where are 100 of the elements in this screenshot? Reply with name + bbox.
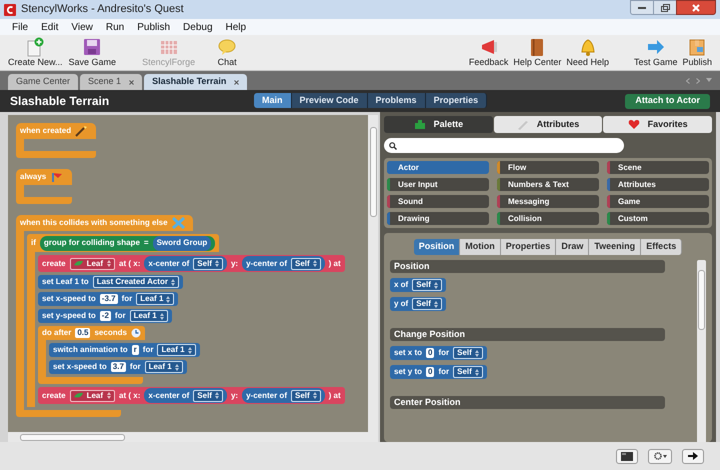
event-block[interactable] — [16, 215, 345, 417]
code-block[interactable]: set y-speed to -2 for Leaf 1 — [38, 309, 172, 323]
toolbar-button[interactable]: Test Game — [634, 37, 678, 68]
category-button[interactable]: Actor — [387, 161, 489, 174]
palette-tab[interactable]: Favorites — [603, 116, 712, 133]
tab[interactable]: Properties — [500, 239, 556, 255]
palette-tab[interactable]: Attributes — [494, 116, 602, 133]
code-block[interactable]: y of Self — [390, 297, 446, 311]
code-block[interactable]: set x to 0 for Self — [390, 346, 487, 360]
block-dropdown[interactable]: Self — [453, 347, 483, 359]
tab[interactable]: Motion — [460, 239, 501, 255]
if-block[interactable] — [27, 234, 345, 407]
maximize-button[interactable] — [654, 0, 676, 15]
code-block[interactable]: create Leaf at ( x: x-center of Self y: y-center of Self ) at — [38, 255, 345, 272]
horizontal-scrollbar[interactable] — [8, 432, 378, 442]
actor-dropdown[interactable]: Leaf — [70, 390, 116, 402]
category-button[interactable]: Numbers & Text — [497, 178, 599, 191]
number-field[interactable]: 0.5 — [75, 328, 90, 338]
document-tab[interactable]: Scene 1 — [80, 74, 142, 90]
code-block[interactable]: create Leaf at ( x: x-center of Self y: y-center of Self ) at — [38, 387, 345, 404]
block-dropdown[interactable]: Self — [290, 390, 321, 402]
code-block[interactable]: switch animation to r for Leaf 1 — [49, 343, 200, 357]
block-dropdown[interactable]: Leaf 1 — [136, 293, 174, 305]
tab[interactable]: Tweening — [589, 239, 642, 255]
category-button[interactable]: Messaging — [497, 195, 599, 208]
category-button[interactable]: Custom — [607, 212, 709, 225]
tab[interactable]: Draw — [556, 239, 590, 255]
tab[interactable]: Position — [414, 239, 460, 255]
toolbar-button[interactable]: Feedback — [468, 37, 508, 68]
block-dropdown[interactable]: Self — [453, 366, 483, 378]
menu-item[interactable]: Run — [106, 20, 124, 34]
category-button[interactable]: User Input — [387, 178, 489, 191]
block-dropdown[interactable]: Self — [193, 390, 223, 402]
block-dropdown[interactable]: Leaf 1 — [144, 361, 183, 373]
reporter-block[interactable]: x-center of Self — [144, 388, 227, 403]
toolbar-button[interactable]: Create New... — [8, 37, 63, 68]
toolbar-button[interactable]: Need Help — [566, 37, 609, 68]
menu-item[interactable]: View — [71, 20, 93, 34]
minimize-button[interactable] — [630, 0, 654, 15]
script-canvas[interactable] — [8, 115, 368, 432]
document-tab[interactable]: Game Center — [8, 74, 78, 90]
vertical-scrollbar[interactable] — [697, 260, 706, 442]
menu-item[interactable]: Edit — [41, 20, 58, 34]
toolbar-button[interactable]: Save Game — [68, 37, 116, 68]
close-button[interactable] — [676, 0, 716, 15]
mode-tab[interactable]: Preview Code — [292, 93, 368, 108]
palette-tab[interactable]: Palette — [384, 116, 493, 133]
category-button[interactable]: Game — [607, 195, 709, 208]
block-dropdown[interactable]: Self — [412, 298, 442, 310]
code-block[interactable]: set x-speed to -3.7 for Leaf 1 — [38, 292, 178, 306]
category-button[interactable]: Scene — [607, 161, 709, 174]
block-dropdown[interactable]: Last Created Actor — [92, 276, 179, 288]
console-button[interactable] — [616, 448, 638, 464]
reporter-block[interactable]: x-center of Self — [144, 256, 227, 271]
reporter-block[interactable]: y-center of Self — [242, 256, 325, 271]
close-icon[interactable] — [234, 80, 240, 84]
reporter-block[interactable]: y-center of Self — [242, 388, 325, 403]
search-field[interactable] — [384, 138, 624, 153]
reporter-block[interactable]: group for colliding shape = Sword Group — [40, 236, 216, 250]
block-dropdown[interactable]: Leaf 1 — [130, 310, 168, 322]
reporter-block[interactable]: Sword Group — [152, 236, 212, 250]
number-field[interactable]: 0 — [426, 348, 434, 358]
category-button[interactable]: Flow — [497, 161, 599, 174]
actor-dropdown[interactable]: Leaf — [70, 258, 116, 270]
tab[interactable]: Effects — [641, 239, 682, 255]
toolbar-button[interactable]: Publish — [682, 37, 712, 68]
wrapper-block[interactable]: do after 0.5 seconds switch animation to r for Leaf 1 set x-speed to 3.7 for Leaf 1 — [38, 326, 200, 384]
mode-tab[interactable]: Main — [254, 93, 292, 108]
number-field[interactable]: r — [132, 345, 139, 355]
settings-button[interactable] — [648, 448, 672, 464]
code-block[interactable]: x of Self — [390, 278, 446, 292]
code-block[interactable]: set y to 0 for Self — [390, 365, 487, 379]
number-field[interactable]: -2 — [100, 311, 111, 321]
block-dropdown[interactable]: Leaf 1 — [157, 344, 196, 356]
document-tab[interactable]: Slashable Terrain — [144, 74, 248, 90]
toolbar-button[interactable]: Help Center — [513, 37, 562, 68]
category-button[interactable]: Drawing — [387, 212, 489, 225]
mode-tab[interactable]: Properties — [426, 93, 488, 108]
block-dropdown[interactable]: Self — [193, 258, 223, 270]
category-button[interactable]: Collision — [497, 212, 599, 225]
menu-item[interactable]: Publish — [137, 20, 170, 34]
category-button[interactable]: Sound — [387, 195, 489, 208]
number-field[interactable]: 3.7 — [110, 362, 126, 372]
block-dropdown[interactable]: Self — [412, 279, 442, 291]
mode-tab[interactable]: Problems — [368, 93, 426, 108]
caret-icon — [170, 278, 175, 286]
menu-item[interactable]: File — [12, 20, 28, 34]
forward-button[interactable] — [682, 448, 704, 464]
code-block[interactable]: set x-speed to 3.7 for Leaf 1 — [49, 360, 187, 374]
menu-item[interactable]: Debug — [183, 20, 212, 34]
block-dropdown[interactable]: Self — [290, 258, 321, 270]
attach-button[interactable]: Attach to Actor — [625, 94, 710, 108]
close-icon[interactable] — [129, 80, 134, 84]
vertical-scrollbar[interactable] — [368, 115, 378, 432]
toolbar-button[interactable]: Chat — [217, 37, 238, 68]
number-field[interactable]: 0 — [426, 367, 434, 377]
code-block[interactable]: set Leaf 1 to Last Created Actor — [38, 275, 183, 289]
category-button[interactable]: Attributes — [607, 178, 709, 191]
menu-item[interactable]: Help — [226, 20, 246, 34]
number-field[interactable]: -3.7 — [100, 294, 118, 304]
